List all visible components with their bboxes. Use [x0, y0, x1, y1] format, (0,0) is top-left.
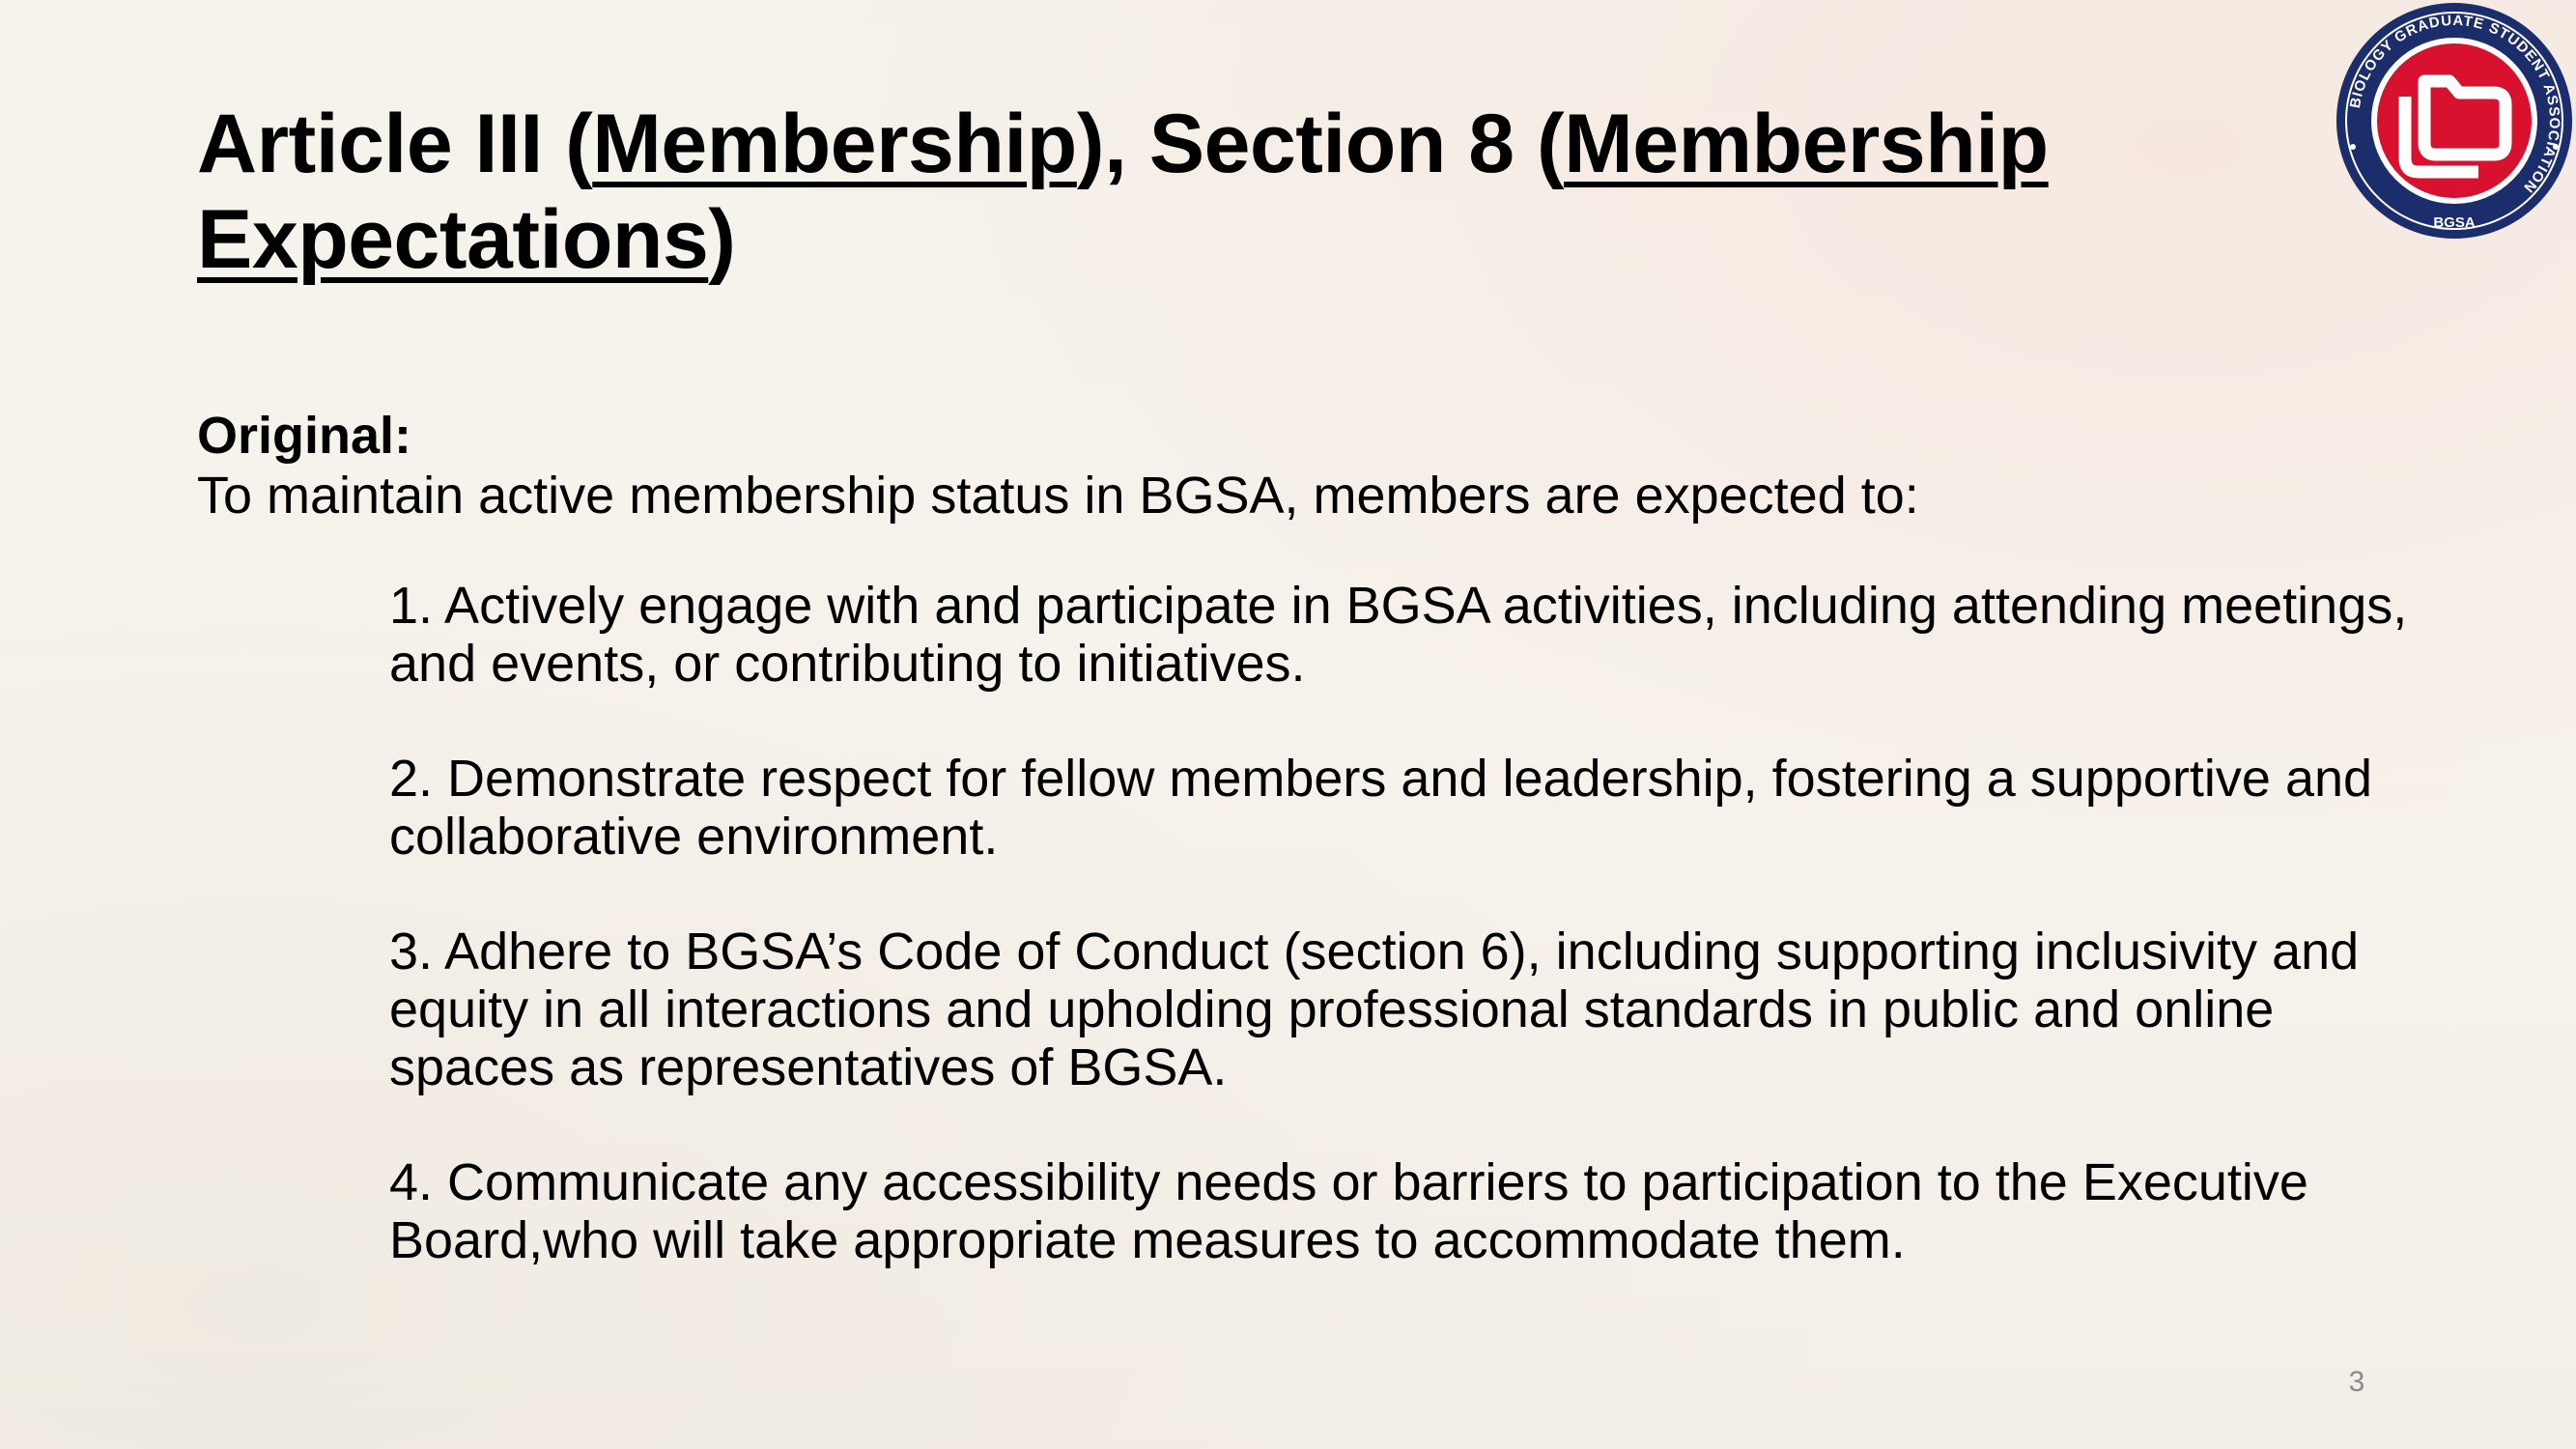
page-number: 3 — [2348, 1366, 2365, 1398]
slide-title: Article III (Membership), Section 8 (Mem… — [197, 97, 2274, 288]
expectations-list: 1. Actively engage with and participate … — [389, 577, 2418, 1326]
title-part-5: ) — [708, 193, 736, 286]
intro-text: To maintain active membership status in … — [197, 467, 1919, 525]
title-part-membership: Membership — [592, 98, 1077, 190]
bgsa-logo: BIOLOGY GRADUATE STUDENT ASSOCIATION BGS… — [2335, 2, 2573, 240]
list-item: 1. Actively engage with and participate … — [389, 577, 2408, 693]
body-text: Original: To maintain active membership … — [197, 406, 2419, 526]
title-part-3: ), Section 8 ( — [1076, 98, 1565, 190]
list-item: 4. Communicate any accessibility needs o… — [389, 1153, 2308, 1269]
original-heading: Original: — [197, 407, 412, 465]
title-part-1: Article III ( — [197, 98, 593, 190]
list-item: 2. Demonstrate respect for fellow member… — [389, 750, 2373, 866]
logo-bottom-text: BGSA — [2433, 214, 2476, 231]
list-item: 3. Adhere to BGSA’s Code of Conduct (sec… — [389, 923, 2360, 1096]
